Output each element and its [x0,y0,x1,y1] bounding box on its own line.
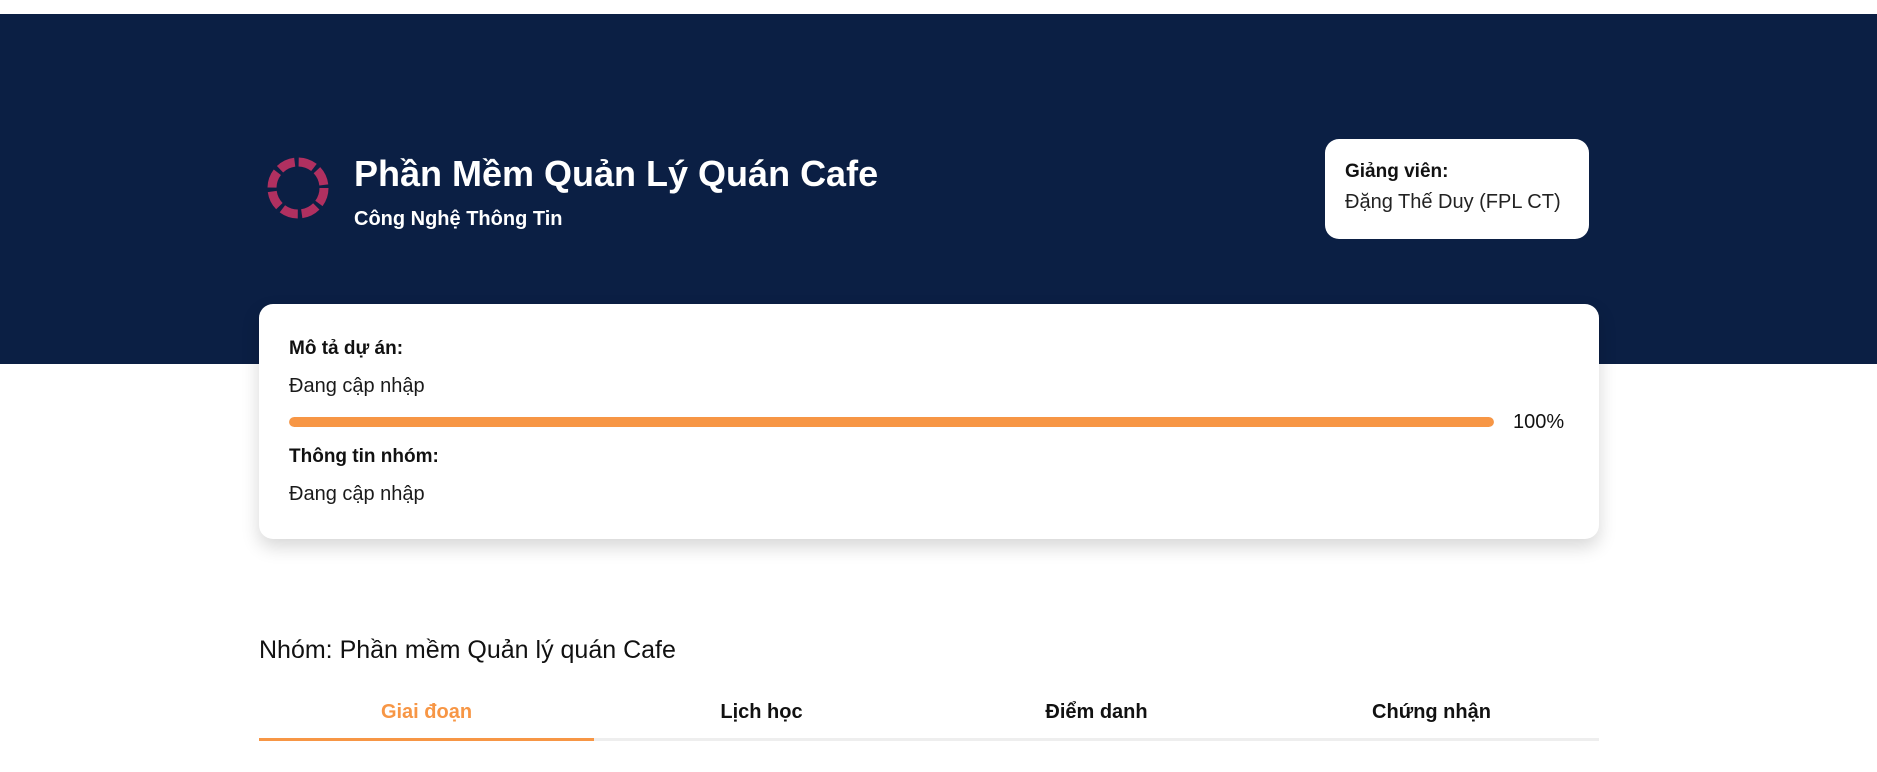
spinner-icon [267,157,329,219]
group-title: Nhóm: Phần mềm Quản lý quán Cafe [259,636,676,664]
progress-bar [289,417,1494,427]
group-info-label: Thông tin nhóm: [289,446,439,467]
project-info-card: Mô tả dự án: Đang cập nhập 100% Thông ti… [259,304,1599,539]
tab-lich-hoc[interactable]: Lịch học [594,693,929,738]
tab-bar: Giai đoạn Lịch học Điểm danh Chứng nhận [259,693,1599,741]
teacher-name: Đặng Thế Duy (FPL CT) [1345,191,1561,213]
tab-chung-nhan[interactable]: Chứng nhận [1264,693,1599,738]
project-title: Phần Mềm Quản Lý Quán Cafe [354,153,879,194]
project-heading: Phần Mềm Quản Lý Quán Cafe Công Nghệ Thô… [266,152,878,231]
tab-diem-danh[interactable]: Điểm danh [929,693,1264,738]
description-value: Đang cập nhập [289,375,425,397]
teacher-label: Giảng viên: [1345,161,1449,182]
group-info-value: Đang cập nhập [289,483,425,505]
progress-bar-fill [289,417,1494,427]
page: Phần Mềm Quản Lý Quán Cafe Công Nghệ Thô… [0,0,1877,772]
description-label: Mô tả dự án: [289,338,404,359]
tab-giai-doan[interactable]: Giai đoạn [259,693,594,741]
project-subtitle: Công Nghệ Thông Tin [354,208,563,230]
progress-percent: 100% [1513,410,1565,433]
progress-row: 100% [289,410,1569,434]
teacher-card: Giảng viên: Đặng Thế Duy (FPL CT) [1325,139,1589,239]
